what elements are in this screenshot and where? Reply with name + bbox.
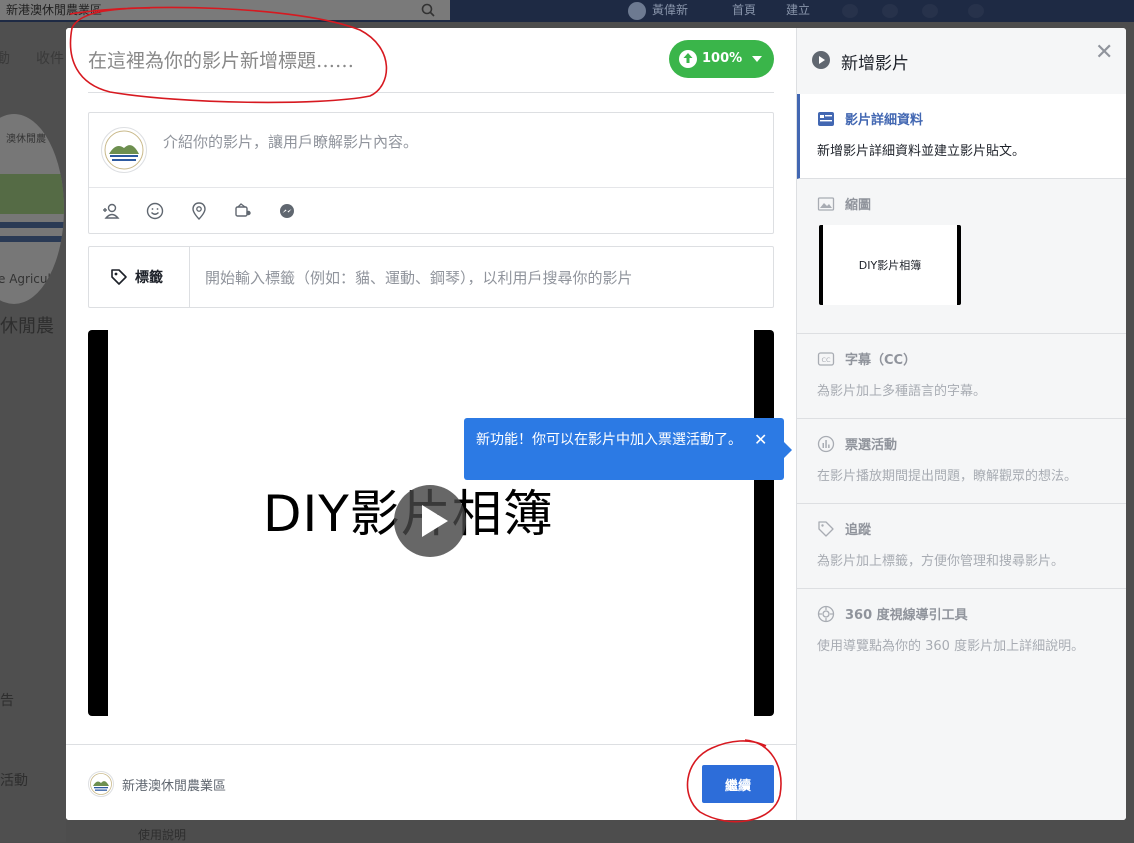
tags-label-wrap: 標籤 bbox=[89, 247, 190, 307]
close-icon[interactable]: ✕ bbox=[1095, 40, 1113, 65]
background-left-column: 動 收件 澳休閒農 e Agricul 休閒農 告 活動 bbox=[0, 22, 66, 842]
video-editor-panel: 100% 介紹你的影片，讓用戶瞭解影片內容。 bbox=[66, 28, 797, 820]
background-search-text: 新港澳休閒農業區 bbox=[6, 3, 103, 17]
background-search-bar: 新港澳休閒農業區 bbox=[0, 0, 450, 20]
play-button[interactable] bbox=[394, 485, 466, 557]
logo-hill-shape bbox=[0, 174, 64, 214]
dialog-footer: 新港澳休閒農業區 繼續 bbox=[66, 744, 796, 820]
background-logo-curve-text: e Agricul bbox=[0, 272, 51, 286]
tags-input-placeholder[interactable]: 開始輸入標籤（例如：貓、運動、鋼琴），以利用戶搜尋你的影片 bbox=[205, 267, 633, 288]
emoji-icon[interactable] bbox=[145, 201, 165, 221]
help-icon bbox=[968, 4, 984, 18]
location-pin-icon[interactable] bbox=[189, 201, 209, 221]
messenger-icon bbox=[882, 4, 898, 18]
sell-tag-icon[interactable] bbox=[233, 201, 253, 221]
step-title: 追蹤 bbox=[845, 523, 872, 538]
video-description-box[interactable]: 介紹你的影片，讓用戶瞭解影片內容。 bbox=[88, 112, 774, 234]
thumbnail-text: DIY影片相簿 bbox=[858, 259, 922, 272]
notifications-icon bbox=[922, 4, 938, 18]
background-page-name: 休閒農 bbox=[0, 316, 54, 337]
background-logo-letters: 澳休閒農 bbox=[6, 134, 46, 145]
background-tab-2: 收件 bbox=[36, 51, 64, 67]
thumbnail-preview[interactable]: DIY影片相簿 bbox=[819, 225, 961, 305]
step-video-details[interactable]: 影片詳細資料 新增影片詳細資料並建立影片貼文。 bbox=[797, 94, 1126, 179]
video-title-input[interactable] bbox=[88, 46, 668, 76]
step-desc: 使用導覽點為你的 360 度影片加上詳細說明。 bbox=[817, 639, 1085, 654]
continue-button[interactable]: 繼續 bbox=[702, 765, 774, 803]
poll-icon bbox=[817, 435, 835, 453]
step-thumbnail[interactable]: 縮圖 DIY影片相簿 bbox=[797, 179, 1126, 334]
tags-field[interactable]: 標籤 開始輸入標籤（例如：貓、運動、鋼琴），以利用戶搜尋你的影片 bbox=[88, 246, 774, 308]
step-polls[interactable]: 票選活動 在影片播放期間提出問題，瞭解觀眾的想法。 bbox=[797, 419, 1126, 504]
step-title: 字幕（CC） bbox=[845, 353, 917, 368]
background-user: 黃偉新 bbox=[628, 0, 718, 20]
divider bbox=[89, 187, 773, 188]
search-icon bbox=[421, 3, 435, 17]
upload-steps-sidebar: 新增影片 ✕ 影片詳細資料 新增影片詳細資料並建立影片貼文。 縮圖 DIY影片相… bbox=[797, 28, 1126, 820]
background-tab-1: 動 bbox=[0, 51, 10, 67]
tooltip-arrow bbox=[784, 442, 792, 458]
play-icon bbox=[422, 505, 448, 537]
step-title: 縮圖 bbox=[845, 198, 872, 213]
captions-icon: CC bbox=[817, 352, 835, 366]
svg-text:CC: CC bbox=[821, 356, 831, 364]
page-avatar bbox=[88, 771, 114, 797]
sidebar-title: 新增影片 bbox=[841, 54, 909, 74]
video-preview[interactable]: DIY影片相簿 bbox=[88, 330, 774, 716]
background-help-link: 使用說明 bbox=[138, 828, 187, 842]
friends-icon bbox=[842, 4, 858, 18]
avatar bbox=[628, 2, 646, 20]
footer-page-name: 新港澳休閒農業區 bbox=[122, 779, 227, 794]
tag-people-icon[interactable] bbox=[101, 201, 121, 221]
background-side-item: 告 bbox=[0, 693, 14, 709]
close-icon[interactable]: ✕ bbox=[754, 430, 767, 449]
add-video-dialog: 100% 介紹你的影片，讓用戶瞭解影片內容。 bbox=[66, 28, 1126, 820]
sidebar-header: 新增影片 ✕ bbox=[797, 28, 1126, 95]
new-feature-tooltip: 新功能！你可以在影片中加入票選活動了。 ✕ bbox=[464, 418, 792, 480]
step-desc: 新增影片詳細資料並建立影片貼文。 bbox=[817, 144, 1026, 159]
background-page-logo: 澳休閒農 e Agricul bbox=[0, 114, 64, 304]
video-play-icon bbox=[812, 51, 830, 69]
chevron-down-icon bbox=[752, 56, 762, 62]
messenger-icon[interactable] bbox=[277, 201, 297, 221]
step-desc: 在影片播放期間提出問題，瞭解觀眾的想法。 bbox=[817, 469, 1078, 484]
tooltip-text: 新功能！你可以在影片中加入票選活動了。 bbox=[476, 432, 742, 448]
details-icon bbox=[818, 112, 834, 126]
page-avatar bbox=[101, 127, 147, 173]
tag-icon bbox=[818, 521, 834, 537]
guide-360-icon bbox=[817, 605, 835, 623]
step-desc: 為影片加上標籤，方便你管理和搜尋影片。 bbox=[817, 554, 1065, 569]
step-captions[interactable]: CC 字幕（CC） 為影片加上多種語言的字幕。 bbox=[797, 334, 1126, 419]
background-side-item: 活動 bbox=[0, 773, 28, 789]
video-description-placeholder: 介紹你的影片，讓用戶瞭解影片內容。 bbox=[163, 133, 419, 151]
upload-arrow-icon bbox=[679, 50, 697, 68]
video-frame: DIY影片相簿 bbox=[108, 330, 754, 716]
upload-progress-button[interactable]: 100% bbox=[669, 40, 774, 78]
background-nav-create: 建立 bbox=[786, 3, 811, 17]
image-icon bbox=[817, 197, 835, 211]
step-desc: 為影片加上多種語言的字幕。 bbox=[817, 384, 987, 399]
tags-label: 標籤 bbox=[135, 270, 163, 286]
background-top-bar: 新港澳休閒農業區 黃偉新 首頁 建立 bbox=[0, 0, 1134, 22]
logo-water-shape bbox=[0, 222, 64, 228]
step-tracking[interactable]: 追蹤 為影片加上標籤，方便你管理和搜尋影片。 bbox=[797, 504, 1126, 589]
upload-percent: 100% bbox=[702, 51, 743, 66]
title-underline bbox=[88, 92, 774, 93]
logo-water-shape bbox=[0, 236, 64, 242]
background-user-name: 黃偉新 bbox=[652, 3, 689, 17]
thumbnail-frame: DIY影片相簿 bbox=[823, 225, 957, 305]
tag-icon bbox=[111, 269, 127, 285]
step-title: 360 度視線導引工具 bbox=[845, 608, 968, 623]
background-nav-home: 首頁 bbox=[732, 3, 757, 17]
step-360-guide[interactable]: 360 度視線導引工具 使用導覽點為你的 360 度影片加上詳細說明。 bbox=[797, 589, 1126, 673]
step-title: 票選活動 bbox=[845, 438, 898, 453]
step-title: 影片詳細資料 bbox=[845, 113, 924, 128]
